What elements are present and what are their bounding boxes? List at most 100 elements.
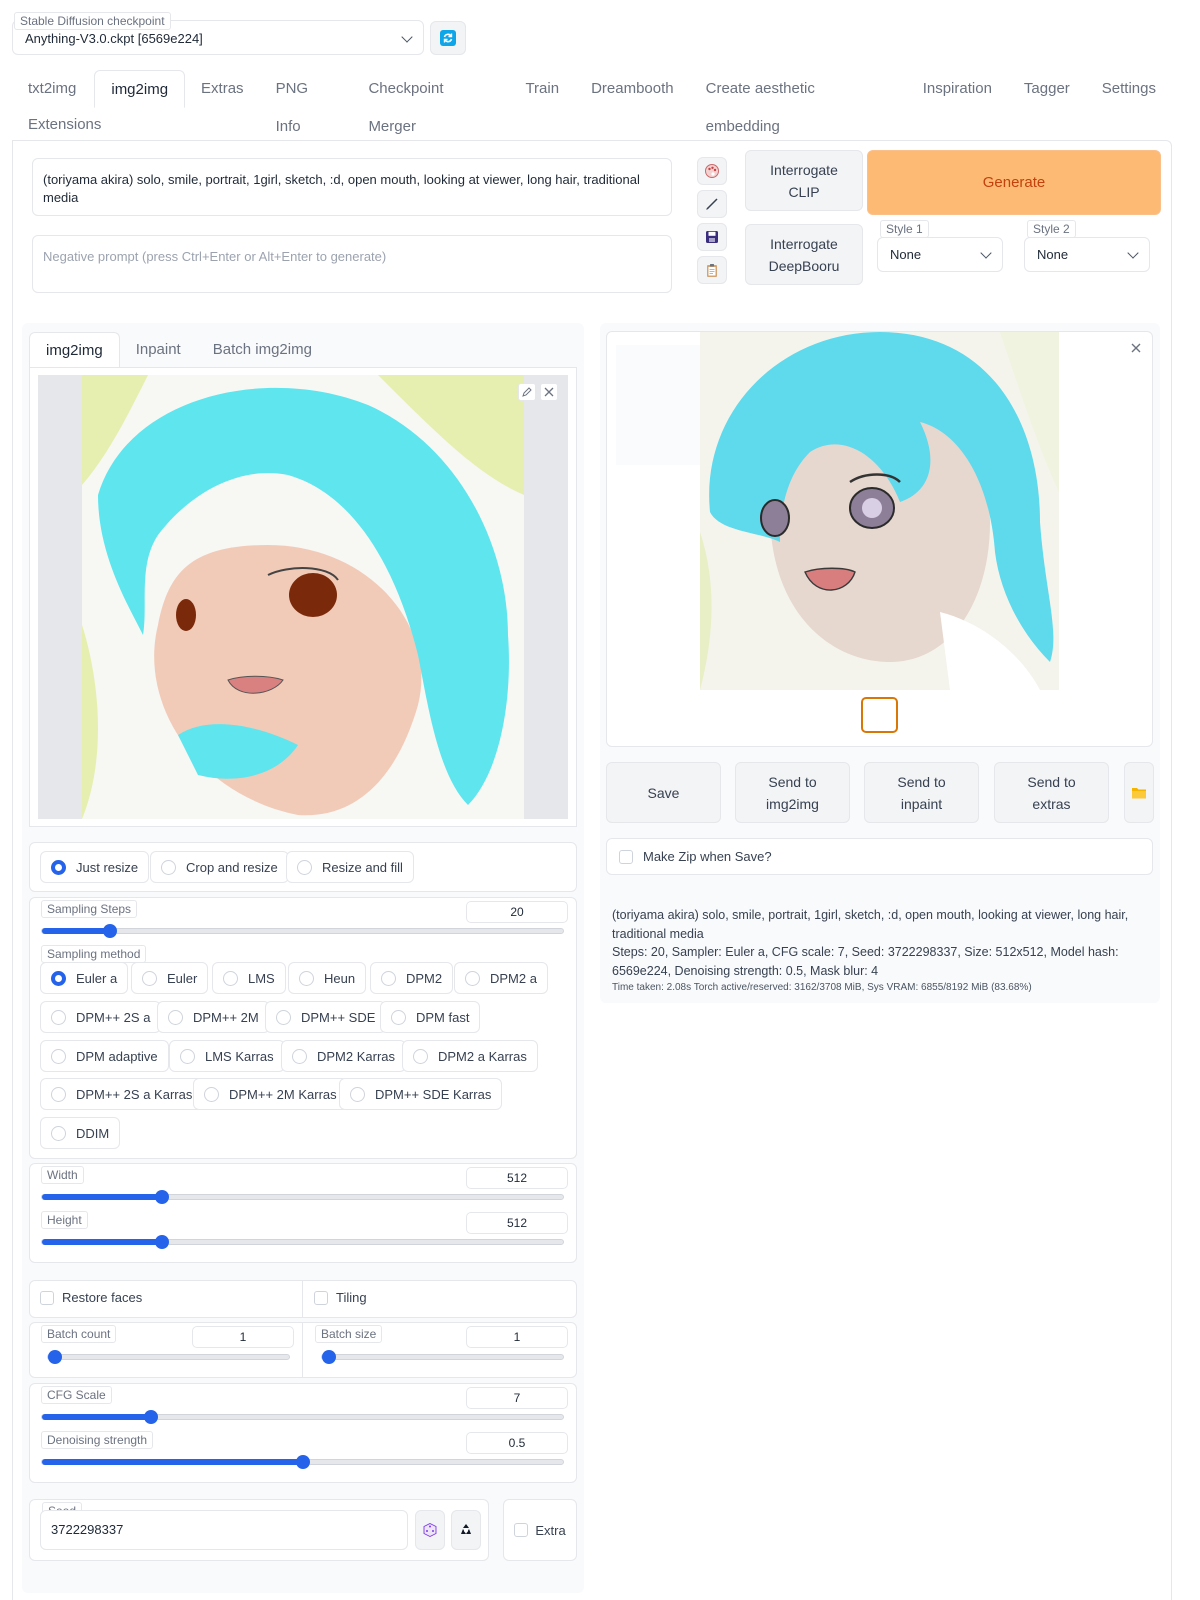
sampler-label: DPM++ 2M Karras [229, 1086, 337, 1102]
sampler-euler[interactable]: Euler [131, 962, 209, 994]
refresh-checkpoint-button[interactable] [430, 21, 466, 55]
tab-txt2img[interactable]: txt2img [12, 70, 92, 108]
width-slider[interactable] [41, 1190, 564, 1204]
resize-and-fill[interactable]: Resize and fill [286, 851, 414, 883]
interrogate-clip-button[interactable]: Interrogate CLIP [745, 150, 863, 211]
batch-count-number[interactable]: 1 [192, 1326, 294, 1348]
style2-label: Style 2 [1027, 220, 1076, 238]
sampling-steps-number[interactable]: 20 [466, 901, 568, 923]
sampler-dpm-2s-a-karras[interactable]: DPM++ 2S a Karras [40, 1078, 204, 1110]
restore-faces-checkbox[interactable]: Restore faces [40, 1290, 142, 1305]
input-sketch-image [82, 375, 524, 819]
sampler-dpm-2m[interactable]: DPM++ 2M [157, 1001, 270, 1033]
sampler-dpm-fast[interactable]: DPM fast [380, 1001, 481, 1033]
sampling-steps-slider[interactable] [41, 924, 564, 938]
batch-size-number[interactable]: 1 [466, 1326, 568, 1348]
tab-checkpoint-merger[interactable]: Checkpoint Merger [352, 70, 509, 135]
main-tab-bar: txt2img img2img Extras PNG Info Checkpoi… [12, 70, 1172, 142]
sampler-dpm2-a-karras[interactable]: DPM2 a Karras [402, 1040, 538, 1072]
save-style-button[interactable] [697, 223, 727, 251]
denoising-slider[interactable] [41, 1455, 564, 1469]
slider-handle[interactable] [154, 1235, 169, 1249]
sampler-dpm2-a[interactable]: DPM2 a [454, 962, 548, 994]
sampler-dpm-sde-karras[interactable]: DPM++ SDE Karras [339, 1078, 503, 1110]
slider-fill [42, 1414, 152, 1420]
clear-image-button[interactable] [540, 383, 558, 401]
generate-button[interactable]: Generate [867, 150, 1161, 215]
tab-tagger[interactable]: Tagger [1008, 70, 1086, 108]
sampler-label: DPM2 a Karras [438, 1048, 527, 1064]
subtab-img2img[interactable]: img2img [29, 332, 120, 368]
tab-inspiration[interactable]: Inspiration [907, 70, 1008, 108]
sampler-label: LMS Karras [205, 1048, 274, 1064]
sampler-lms-karras[interactable]: LMS Karras [169, 1040, 285, 1072]
height-number[interactable]: 512 [466, 1212, 568, 1234]
tiling-checkbox[interactable]: Tiling [314, 1290, 367, 1305]
send-to-img2img-button[interactable]: Send to img2img [735, 762, 850, 823]
batch-count-slider[interactable] [47, 1350, 290, 1364]
cfg-scale-slider[interactable] [41, 1410, 564, 1424]
cfg-scale-number[interactable]: 7 [466, 1387, 568, 1409]
extra-seed-checkbox[interactable]: Extra [503, 1499, 577, 1561]
radio [391, 1009, 406, 1025]
send-to-extras-button[interactable]: Send to extras [994, 762, 1109, 823]
width-number[interactable]: 512 [466, 1167, 568, 1189]
close-output-button[interactable] [1129, 341, 1143, 355]
batch-size-slider[interactable] [321, 1350, 564, 1364]
prompt-input[interactable]: (toriyama akira) solo, smile, portrait, … [32, 158, 672, 216]
gallery-thumbnail[interactable] [861, 697, 898, 733]
sampler-dpm-2m-karras[interactable]: DPM++ 2M Karras [193, 1078, 348, 1110]
sampler-dpm-adaptive[interactable]: DPM adaptive [40, 1040, 169, 1072]
send-to-inpaint-button[interactable]: Send to inpaint [864, 762, 979, 823]
denoising-number[interactable]: 0.5 [466, 1432, 568, 1454]
slider-handle[interactable] [322, 1350, 336, 1364]
paint-palette-button[interactable] [697, 157, 727, 185]
slider-handle[interactable] [48, 1350, 62, 1364]
style2-dropdown[interactable]: None [1024, 237, 1150, 272]
apply-style-button[interactable] [697, 256, 727, 284]
make-zip-checkbox[interactable]: Make Zip when Save? [606, 838, 1153, 875]
tab-settings[interactable]: Settings [1086, 70, 1172, 108]
resize-crop-and-resize[interactable]: Crop and resize [150, 851, 289, 883]
tab-img2img[interactable]: img2img [94, 70, 186, 108]
tab-create-aesthetic-embedding[interactable]: Create aesthetic embedding [690, 70, 907, 135]
tab-png-info[interactable]: PNG Info [260, 70, 353, 135]
checkpoint-label: Stable Diffusion checkpoint [14, 12, 171, 30]
negative-prompt-input[interactable]: Negative prompt (press Ctrl+Enter or Alt… [32, 235, 672, 293]
height-slider[interactable] [41, 1235, 564, 1249]
random-seed-button[interactable] [415, 1510, 445, 1550]
tab-dreambooth[interactable]: Dreambooth [575, 70, 690, 108]
tab-extras[interactable]: Extras [185, 70, 260, 108]
slider-handle[interactable] [102, 924, 117, 938]
slider-handle[interactable] [295, 1455, 310, 1469]
sampler-ddim[interactable]: DDIM [40, 1117, 121, 1149]
sampler-dpm2-karras[interactable]: DPM2 Karras [281, 1040, 407, 1072]
subtab-batch-img2img[interactable]: Batch img2img [197, 332, 328, 368]
sampler-heun[interactable]: Heun [288, 962, 367, 994]
sampler-dpm-2s-a[interactable]: DPM++ 2S a [40, 1001, 162, 1033]
sampler-lms[interactable]: LMS [212, 962, 286, 994]
sampler-label: Euler a [76, 970, 118, 986]
reuse-seed-button[interactable] [451, 1510, 481, 1550]
height-label: Height [41, 1211, 88, 1229]
interrogate-deepbooru-button[interactable]: Interrogate DeepBooru [745, 224, 863, 285]
sampler-label: DPM++ 2S a [76, 1009, 151, 1025]
seed-input[interactable]: 3722298337 [40, 1510, 408, 1550]
resize-just-resize[interactable]: Just resize [40, 851, 150, 883]
sampler-dpm-sde[interactable]: DPM++ SDE [265, 1001, 387, 1033]
style1-value: None [890, 247, 922, 262]
sampler-euler-a[interactable]: Euler a [40, 962, 129, 994]
sampler-dpm2[interactable]: DPM2 [370, 962, 454, 994]
open-folder-button[interactable] [1124, 762, 1154, 823]
style2-value: None [1037, 247, 1069, 262]
style1-dropdown[interactable]: None [877, 237, 1003, 272]
output-image[interactable] [700, 332, 1059, 690]
subtab-inpaint[interactable]: Inpaint [120, 332, 197, 368]
tab-train[interactable]: Train [509, 70, 575, 108]
edit-image-button[interactable] [518, 383, 536, 401]
save-button[interactable]: Save [606, 762, 721, 823]
slider-handle[interactable] [154, 1190, 169, 1204]
image-input[interactable] [38, 375, 568, 819]
tab-extensions[interactable]: Extensions [12, 106, 117, 144]
clear-prompt-button[interactable] [697, 190, 727, 218]
